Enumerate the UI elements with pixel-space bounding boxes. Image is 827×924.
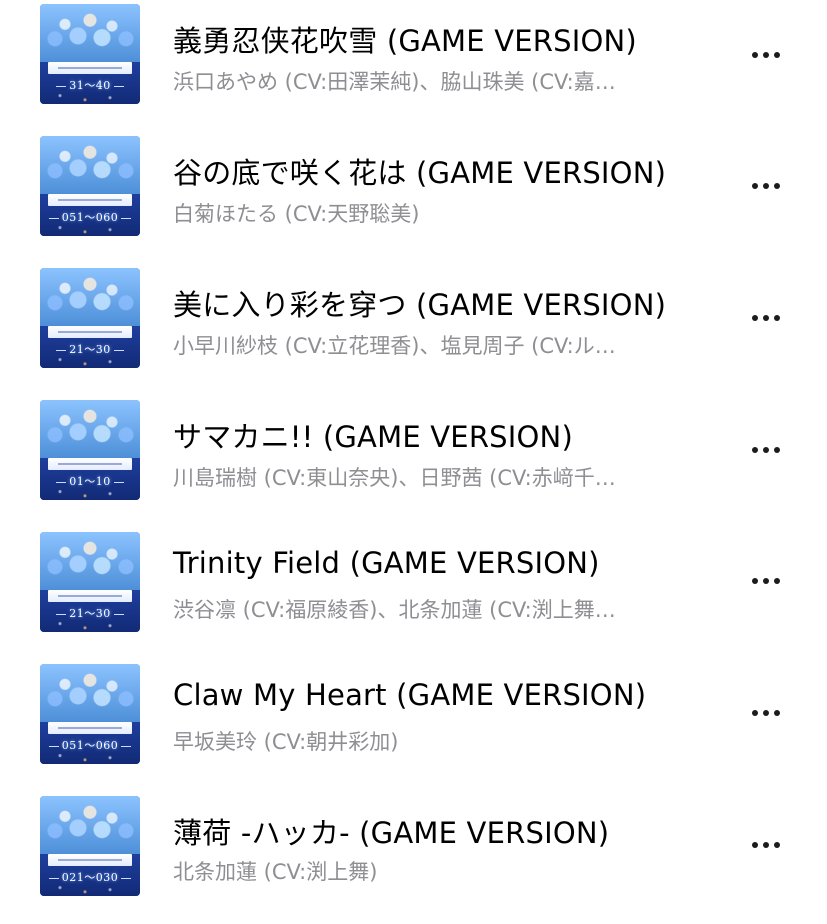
more-options-button[interactable] <box>742 303 790 333</box>
more-options-button[interactable] <box>742 435 790 465</box>
track-title: Claw My Heart (GAME VERSION) <box>173 678 647 712</box>
ellipsis-icon <box>752 315 780 321</box>
album-artwork: 051～060 <box>40 136 140 236</box>
ellipsis-icon <box>752 447 780 453</box>
track-row[interactable]: 31～40 義勇忍侠花吹雪 (GAME VERSION) 浜口あやめ (CV:田… <box>0 0 827 132</box>
track-row[interactable]: 21～30 Trinity Field (GAME VERSION) 渋谷凛 (… <box>0 528 827 660</box>
ellipsis-icon <box>752 710 780 716</box>
track-artist: 白菊ほたる (CV:天野聡美) <box>173 202 420 226</box>
ellipsis-icon <box>752 52 780 58</box>
album-artwork: 021～030 <box>40 796 140 896</box>
artwork-logo <box>48 854 132 866</box>
artwork-range: 31～40 <box>40 77 140 93</box>
track-artist: 早坂美玲 (CV:朝井彩加) <box>173 730 399 754</box>
artwork-logo <box>48 62 132 74</box>
track-list: 31～40 義勇忍侠花吹雪 (GAME VERSION) 浜口あやめ (CV:田… <box>0 0 827 919</box>
track-title: サマカニ!! (GAME VERSION) <box>173 420 573 454</box>
track-artist: 北条加蓮 (CV:渕上舞) <box>173 860 378 884</box>
artwork-logo <box>48 194 132 206</box>
track-row[interactable]: 051～060 谷の底で咲く花は (GAME VERSION) 白菊ほたる (C… <box>0 132 827 264</box>
track-artist: 浜口あやめ (CV:田澤茉純)、脇山珠美 (CV:嘉… <box>173 70 616 94</box>
track-row[interactable]: 21～30 美に入り彩を穿つ (GAME VERSION) 小早川紗枝 (CV:… <box>0 264 827 396</box>
album-artwork: 31～40 <box>40 4 140 104</box>
track-title: Trinity Field (GAME VERSION) <box>173 546 600 580</box>
track-artist: 小早川紗枝 (CV:立花理香)、塩見周子 (CV:ル… <box>173 334 616 358</box>
track-row[interactable]: 01～10 サマカニ!! (GAME VERSION) 川島瑞樹 (CV:東山奈… <box>0 396 827 528</box>
artwork-logo <box>48 590 132 602</box>
ellipsis-icon <box>752 842 780 848</box>
track-title: 義勇忍侠花吹雪 (GAME VERSION) <box>173 24 637 58</box>
track-artist: 渋谷凛 (CV:福原綾香)、北条加蓮 (CV:渕上舞… <box>173 598 616 622</box>
artwork-idols <box>40 664 140 722</box>
artwork-range: 21～30 <box>40 605 140 621</box>
track-title: 美に入り彩を穿つ (GAME VERSION) <box>173 288 667 322</box>
more-options-button[interactable] <box>742 566 790 596</box>
artwork-range: 21～30 <box>40 341 140 357</box>
artwork-range: 021～030 <box>40 869 140 885</box>
track-row[interactable]: 051～060 Claw My Heart (GAME VERSION) 早坂美… <box>0 660 827 792</box>
ellipsis-icon <box>752 183 780 189</box>
artwork-logo <box>48 722 132 734</box>
album-artwork: 051～060 <box>40 664 140 764</box>
artwork-logo <box>48 458 132 470</box>
artwork-idols <box>40 136 140 194</box>
track-title: 薄荷 -ハッカ- (GAME VERSION) <box>173 816 610 850</box>
track-title: 谷の底で咲く花は (GAME VERSION) <box>173 156 667 190</box>
artwork-range: 051～060 <box>40 737 140 753</box>
artwork-idols <box>40 400 140 458</box>
artwork-range: 051～060 <box>40 209 140 225</box>
artwork-range: 01～10 <box>40 473 140 489</box>
more-options-button[interactable] <box>742 171 790 201</box>
artwork-idols <box>40 4 140 62</box>
artwork-idols <box>40 268 140 326</box>
album-artwork: 01～10 <box>40 400 140 500</box>
artwork-idols <box>40 796 140 854</box>
ellipsis-icon <box>752 578 780 584</box>
more-options-button[interactable] <box>742 40 790 70</box>
track-row[interactable]: 021～030 薄荷 -ハッカ- (GAME VERSION) 北条加蓮 (CV… <box>0 792 827 924</box>
album-artwork: 21～30 <box>40 532 140 632</box>
track-artist: 川島瑞樹 (CV:東山奈央)、日野茜 (CV:赤﨑千… <box>173 466 616 490</box>
more-options-button[interactable] <box>742 830 790 860</box>
more-options-button[interactable] <box>742 698 790 728</box>
artwork-idols <box>40 532 140 590</box>
artwork-logo <box>48 326 132 338</box>
album-artwork: 21～30 <box>40 268 140 368</box>
